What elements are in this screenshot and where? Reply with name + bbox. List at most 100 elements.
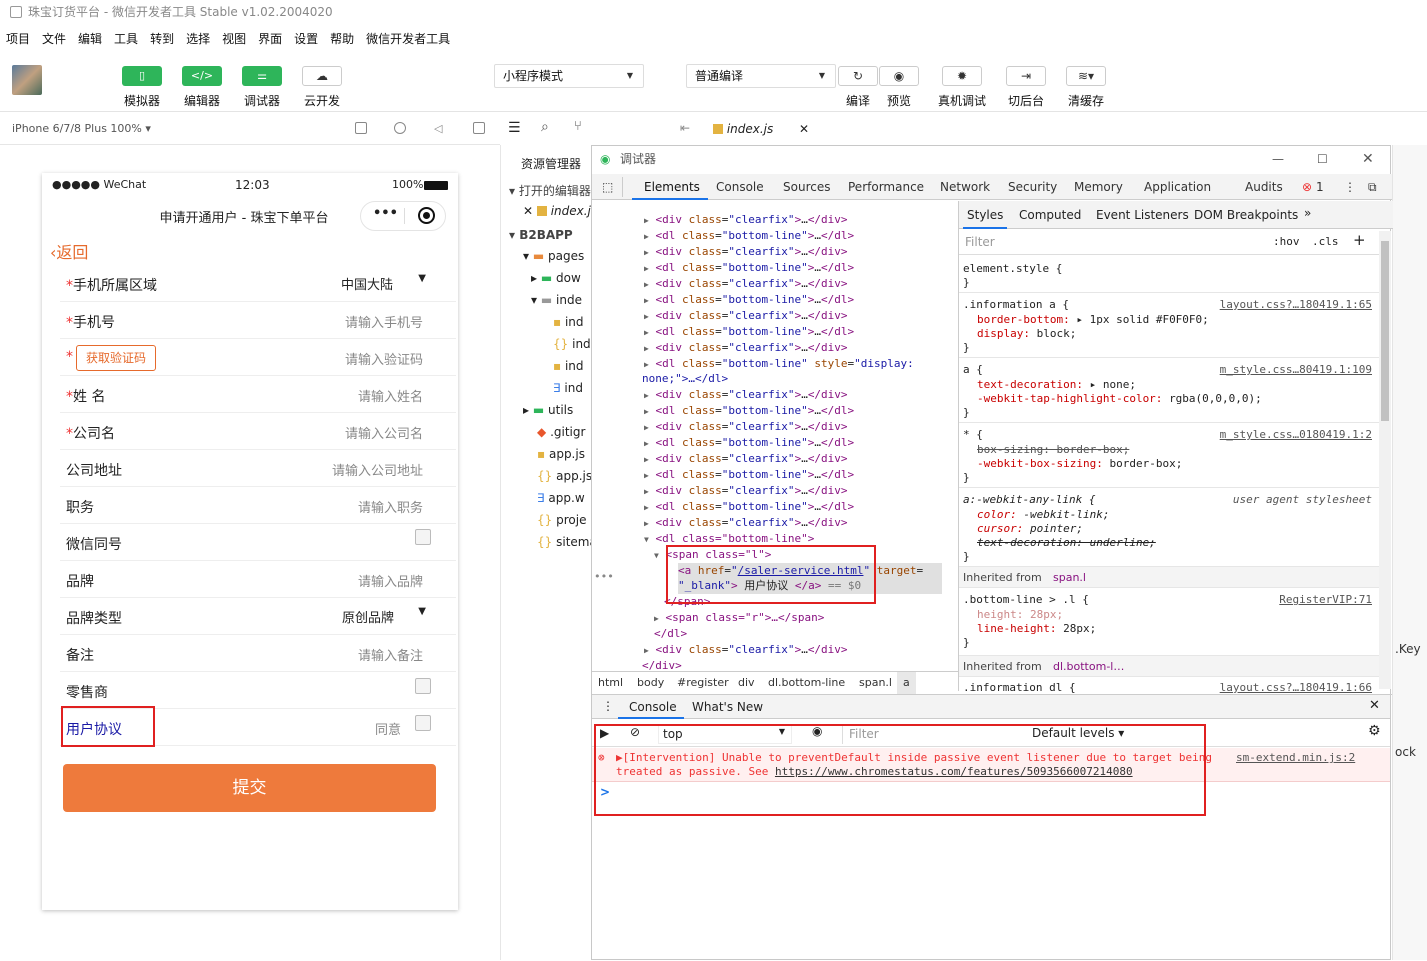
hov-toggle[interactable]: :hov <box>1273 235 1300 248</box>
compile-mode-select[interactable]: 普通编译 ▼ <box>686 64 836 88</box>
agree-checkbox[interactable] <box>415 715 431 731</box>
tab-application[interactable]: Application <box>1144 180 1211 194</box>
search-icon[interactable]: ⌕ <box>541 119 549 135</box>
cls-toggle[interactable]: .cls <box>1312 235 1339 248</box>
error-icon[interactable]: ⊗ <box>1302 180 1312 194</box>
expand-triangle-icon[interactable]: ▶ <box>654 614 659 623</box>
inspect-icon[interactable]: ⬚ <box>602 180 613 194</box>
dom-node-row[interactable]: ▶ <div class="clearfix">…</div> <box>644 451 848 467</box>
folder-pages[interactable]: ▾ ▬ pages <box>523 249 584 263</box>
menu-file[interactable]: 文件 <box>42 32 66 46</box>
tab-elements[interactable]: Elements <box>644 180 700 194</box>
code-input[interactable]: 请输入验证码 <box>345 349 423 368</box>
add-rule-icon[interactable]: + <box>1353 231 1366 249</box>
breadcrumb-register[interactable]: #register <box>677 672 729 694</box>
record-icon[interactable] <box>394 122 406 134</box>
dom-node-row[interactable]: ▶ <dl class="bottom-line" style="display… <box>644 356 914 372</box>
menu-interface[interactable]: 界面 <box>258 32 282 46</box>
tab-memory[interactable]: Memory <box>1074 180 1123 194</box>
tab-network[interactable]: Network <box>940 180 990 194</box>
styles-filter-input[interactable]: Filter <box>965 235 995 249</box>
file-sitemap[interactable]: {} sitema <box>537 535 597 549</box>
row-company[interactable]: *公司名 请输入公司名 <box>60 413 456 450</box>
expand-triangle-icon[interactable]: ▶ <box>644 646 649 655</box>
brand-input[interactable]: 请输入品牌 <box>358 571 423 590</box>
drawer-tab-console[interactable]: Console <box>629 700 677 714</box>
close-icon[interactable]: ✕ <box>1362 146 1374 172</box>
dom-node-row[interactable]: ▶ <div class="clearfix">…</div> <box>644 212 848 228</box>
split-icon[interactable]: ⇤ <box>680 121 690 135</box>
row-brand-type[interactable]: 品牌类型 原创品牌 ▼ <box>60 598 456 635</box>
maximize-icon[interactable]: ☐ <box>1317 146 1328 172</box>
address-input[interactable]: 请输入公司地址 <box>332 460 423 479</box>
dock-icon[interactable]: ⧉ <box>1368 180 1377 195</box>
dom-node-row[interactable]: ▶ <dl class="bottom-line">…</dl> <box>644 467 854 483</box>
rule-source-link[interactable]: RegisterVIP:71 <box>1279 593 1372 606</box>
expand-triangle-icon[interactable]: ▶ <box>644 439 649 448</box>
tab-console[interactable]: Console <box>716 180 764 194</box>
menu-select[interactable]: 选择 <box>186 32 210 46</box>
styles-scrollbar[interactable] <box>1379 231 1391 689</box>
row-address[interactable]: 公司地址 请输入公司地址 <box>60 450 456 487</box>
expand-triangle-icon[interactable]: ▼ <box>644 535 649 544</box>
dom-node-row[interactable]: ▶ <div class="clearfix">…</div> <box>644 387 848 403</box>
close-icon[interactable]: ✕ <box>799 116 809 142</box>
tab-performance[interactable]: Performance <box>848 180 924 194</box>
dom-node-row[interactable]: ▶ <div class="clearfix">…</div> <box>644 642 848 658</box>
breadcrumb-body[interactable]: body <box>637 672 664 694</box>
more-tabs-icon[interactable]: » <box>1304 206 1311 220</box>
dom-node-row[interactable]: ▶ <div class="clearfix">…</div> <box>644 515 848 531</box>
get-code-button[interactable]: 获取验证码 <box>76 345 156 371</box>
file-index-json[interactable]: {} ind <box>553 337 591 351</box>
row-retailer[interactable]: 零售商 <box>60 672 456 709</box>
error-source-link[interactable]: sm-extend.min.js:2 <box>1236 751 1355 764</box>
dom-node-row[interactable]: ▶ <span class="r">…</span> <box>654 610 824 626</box>
cloud-button[interactable]: ☁ <box>302 66 342 86</box>
compile-button[interactable]: ↻ <box>838 66 878 86</box>
drawer-menu-icon[interactable]: ⋮ <box>602 699 614 713</box>
dom-node-row[interactable]: ▶ <div class="clearfix">…</div> <box>644 244 848 260</box>
row-remark[interactable]: 备注 请输入备注 <box>60 635 456 672</box>
expand-triangle-icon[interactable]: ▶ <box>644 407 649 416</box>
row-region[interactable]: *手机所属区域 中国大陆 ▼ <box>60 265 456 302</box>
menu-tools[interactable]: 工具 <box>114 32 138 46</box>
dom-node-row[interactable]: ▶ <dl class="bottom-line">…</dl> <box>644 292 854 308</box>
editor-tab-index-js[interactable]: index.js ✕ <box>703 116 819 144</box>
tab-dom-breakpoints[interactable]: DOM Breakpoints <box>1194 208 1298 222</box>
breadcrumb-div[interactable]: div <box>738 672 755 694</box>
minimize-icon[interactable]: — <box>1272 146 1284 172</box>
dom-node-row[interactable]: ▶ <div class="clearfix">…</div> <box>644 308 848 324</box>
file-project-config[interactable]: {} proje <box>537 513 586 527</box>
expand-triangle-icon[interactable]: ▶ <box>644 232 649 241</box>
file-gitignore[interactable]: ◆ .gitigr <box>537 425 585 439</box>
expand-triangle-icon[interactable]: ▶ <box>644 360 649 369</box>
expand-triangle-icon[interactable]: ▶ <box>644 264 649 273</box>
menu-help[interactable]: 帮助 <box>330 32 354 46</box>
project-section[interactable]: ▾ B2BAPP <box>509 228 573 242</box>
dom-node-row[interactable]: </dl> <box>654 626 687 642</box>
file-index-js[interactable]: ▪ ind <box>553 315 584 329</box>
rule-source-link[interactable]: layout.css?…180419.1:65 <box>1220 298 1372 311</box>
close-drawer-icon[interactable]: ✕ <box>1369 698 1380 713</box>
tab-event-listeners[interactable]: Event Listeners <box>1096 208 1189 222</box>
file-app-wxss[interactable]: ∃ app.w <box>537 491 585 505</box>
expand-triangle-icon[interactable]: ▶ <box>644 216 649 225</box>
rule-source-link[interactable]: m_style.css…80419.1:109 <box>1220 363 1372 376</box>
dom-node-row[interactable]: </div> <box>642 658 682 671</box>
dom-node-row[interactable]: ▶ <dl class="bottom-line">…</dl> <box>644 435 854 451</box>
row-name[interactable]: *姓 名 请输入姓名 <box>60 376 456 413</box>
dom-node-row[interactable]: ▶ <dl class="bottom-line">…</dl> <box>644 228 854 244</box>
dom-node-row[interactable]: ••• <box>594 569 614 585</box>
git-branch-icon[interactable]: ⑂ <box>574 119 582 134</box>
open-editors-section[interactable]: ▾ 打开的编辑器 <box>509 182 591 199</box>
dom-node-row[interactable]: ▶ <div class="clearfix">…</div> <box>644 276 848 292</box>
file-index-wxml[interactable]: ▪ ind <box>553 359 584 373</box>
dom-node-row[interactable]: ▶ <dl class="bottom-line">…</dl> <box>644 499 854 515</box>
name-input[interactable]: 请输入姓名 <box>358 386 423 405</box>
close-circle-icon[interactable] <box>418 207 435 224</box>
row-wechat-same[interactable]: 微信同号 <box>60 524 456 561</box>
retailer-checkbox[interactable] <box>415 678 431 694</box>
expand-triangle-icon[interactable]: ▶ <box>644 280 649 289</box>
dom-node-row[interactable]: ▶ <div class="clearfix">…</div> <box>644 340 848 356</box>
tab-computed[interactable]: Computed <box>1019 208 1081 222</box>
